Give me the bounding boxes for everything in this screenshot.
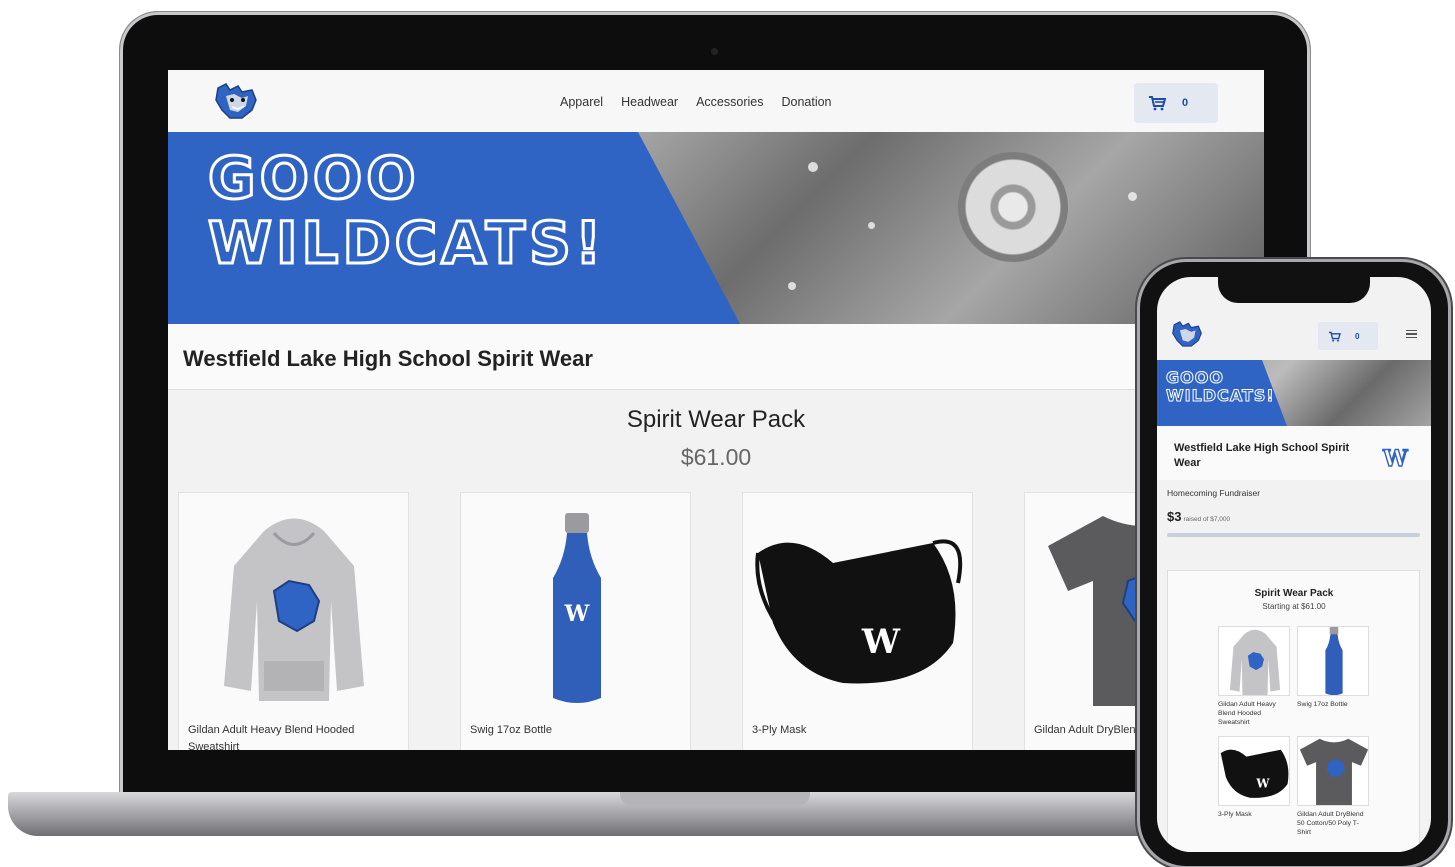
hoodie-image (224, 518, 364, 701)
fundraiser-raised: $3 (1167, 509, 1182, 524)
nav-item-accessories[interactable]: Accessories (696, 95, 763, 109)
nav-item-apparel[interactable]: Apparel (560, 95, 603, 109)
wildcat-logo-icon[interactable] (1169, 319, 1205, 349)
product-name: Swig 17oz Bottle (470, 724, 552, 736)
pack-title: Spirit Wear Pack (1254, 588, 1334, 599)
product-name: Gildan Adult DryBlend 50 Cotton/50 Poly … (1297, 811, 1364, 837)
product-thumb[interactable]: W (1218, 736, 1290, 806)
pack-price: Starting at $61.00 (1262, 602, 1326, 611)
product-name: Gildan Adult Heavy Blend Hooded Sweatshi… (1218, 701, 1276, 727)
fundraiser-goal: raised of $7,000 (1183, 516, 1231, 523)
site-header: Apparel Headwear Accessories Donation 0 (168, 70, 1264, 132)
pack-price: $61.00 (680, 444, 752, 470)
mask-image: W (1220, 749, 1289, 798)
hero-banner: GOOO WILDCATS! (1157, 360, 1431, 426)
product-thumb[interactable] (1218, 626, 1290, 696)
confetti-dot (788, 282, 796, 290)
hero-line-2: WILDCATS! (206, 208, 606, 277)
store-title: Westfield Lake High School Spirit Wear (1174, 442, 1350, 469)
svg-text:W: W (1255, 776, 1270, 790)
product-name: Swig 17oz Bottle (1297, 701, 1348, 708)
tshirt-image (1299, 738, 1368, 805)
pack-card[interactable] (1167, 570, 1420, 852)
hamburger-menu-icon[interactable] (1406, 330, 1417, 338)
product-name: Gildan Adult Heavy Blend Hooded Sweatshi… (188, 724, 355, 750)
hero-line-1: GOOO (1166, 368, 1224, 388)
product-name: 3-Ply Mask (752, 724, 807, 736)
fundraiser-amount: $3 raised of $7,000 (1167, 509, 1230, 524)
confetti-dot (868, 222, 875, 229)
product-card[interactable]: Gildan Adult Heavy Blend Hooded Sweatshi… (178, 492, 409, 750)
mobile-store-page: 0 GOOO WILDCATS! Westfield Lake High Sch… (1157, 277, 1431, 852)
megaphone-photo (958, 152, 1068, 262)
confetti-dot (808, 162, 818, 172)
pack-title: Spirit Wear Pack (626, 406, 806, 433)
cart-count: 0 (1182, 97, 1189, 109)
phone-notch (1218, 273, 1370, 303)
hero-headline: GOOO WILDCATS! (206, 144, 606, 277)
desktop-store-page: Apparel Headwear Accessories Donation 0 (168, 70, 1264, 750)
store-title-bar: Westfield Lake High School Spirit Wear W (1157, 426, 1431, 480)
device-mockup-stage: Apparel Headwear Accessories Donation 0 (0, 0, 1455, 867)
wildcat-logo-icon[interactable] (212, 80, 260, 122)
bottle-image (1325, 627, 1343, 695)
store-title: Westfield Lake High School Spirit Wear (183, 346, 593, 371)
fundraiser-label: Homecoming Fundraiser (1167, 488, 1261, 498)
cart-count: 0 (1355, 331, 1360, 341)
product-thumb[interactable] (1297, 626, 1369, 696)
product-card[interactable]: W 3-Ply Mask (742, 492, 973, 750)
fundraiser-progress-bar (1167, 533, 1420, 537)
hero-banner: GOOO WILDCATS! (168, 132, 1264, 324)
product-thumb[interactable] (1297, 736, 1369, 806)
nav-item-headwear[interactable]: Headwear (621, 95, 678, 109)
cart-button[interactable]: 0 (1318, 322, 1378, 350)
mask-image: W (755, 539, 963, 684)
cart-icon (1149, 96, 1166, 111)
store-title-bar: Westfield Lake High School Spirit Wear (168, 324, 1264, 390)
svg-text:W: W (861, 622, 901, 662)
svg-text:W: W (564, 601, 590, 627)
cart-icon (1329, 331, 1341, 342)
confetti-dot (1128, 192, 1137, 201)
laptop-camera (711, 48, 718, 55)
hero-headline: GOOO WILDCATS! (1166, 368, 1275, 406)
laptop-base (8, 792, 1208, 836)
w-logo-icon: W (1382, 445, 1408, 472)
hoodie-image (1229, 629, 1281, 695)
hero-line-1: GOOO (206, 144, 420, 212)
hero-line-2: WILDCATS! (1166, 386, 1275, 406)
cart-button[interactable]: 0 (1134, 83, 1218, 123)
nav-item-donation[interactable]: Donation (781, 95, 831, 109)
product-name: 3-Ply Mask (1218, 811, 1252, 818)
main-nav: Apparel Headwear Accessories Donation (560, 95, 832, 109)
product-card[interactable]: W Swig 17oz Bottle (460, 492, 691, 750)
laptop-hinge-notch (620, 792, 810, 806)
bottle-image: W (553, 513, 601, 703)
